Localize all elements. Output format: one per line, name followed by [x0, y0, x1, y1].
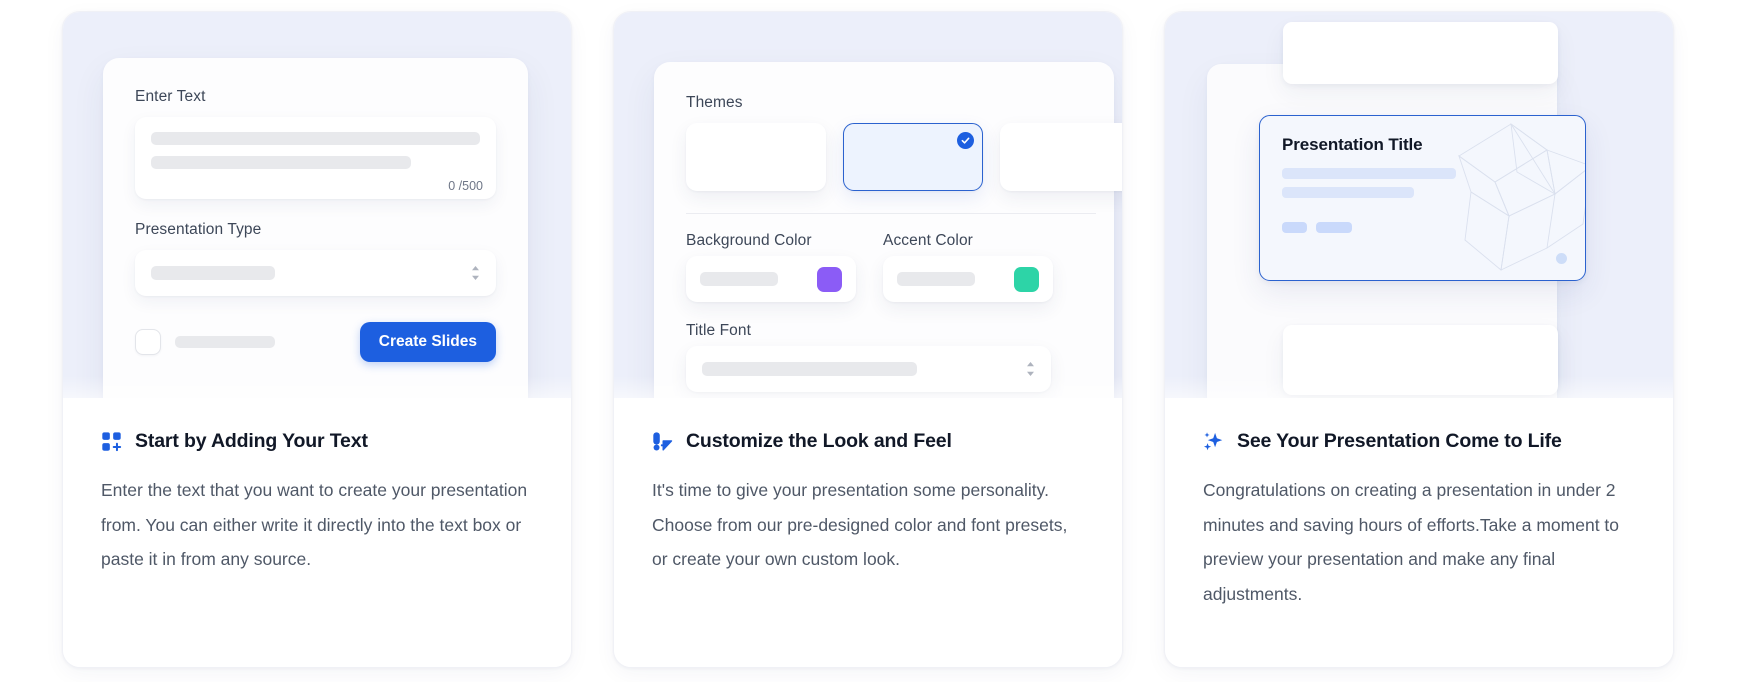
grid-plus-icon	[102, 432, 122, 452]
create-slides-button[interactable]: Create Slides	[359, 322, 496, 362]
active-slide-preview[interactable]: Presentation Title	[1259, 115, 1586, 281]
theme-option[interactable]	[1000, 123, 1122, 191]
customize-panel: Themes Background Color Accent Color Tit…	[654, 62, 1122, 398]
skeleton-value	[700, 272, 778, 286]
skeleton-value	[702, 362, 917, 376]
illustration-add-text: Enter Text 0 /500 Presentation Type Crea…	[63, 12, 571, 398]
form-footer-row: Create Slides	[135, 322, 496, 362]
illustration-preview: Presentation Title	[1165, 12, 1673, 398]
slide-thumbnail[interactable]	[1283, 325, 1558, 395]
skeleton-value	[897, 272, 975, 286]
card-description: Congratulations on creating a presentati…	[1203, 480, 1620, 604]
background-color-swatch[interactable]	[817, 266, 842, 292]
card-body-preview: See Your Presentation Come to Life Congr…	[1165, 398, 1673, 667]
text-area-input[interactable]: 0 /500	[135, 117, 496, 199]
card-description: It's time to give your presentation some…	[652, 480, 1068, 569]
slide-accent-dot	[1556, 253, 1567, 264]
sparkles-icon	[1203, 432, 1223, 451]
chevron-up-down-icon	[1027, 362, 1034, 376]
slide-body-line	[1282, 168, 1457, 179]
skeleton-line	[151, 132, 480, 145]
theme-option-selected[interactable]	[843, 123, 983, 191]
slide-title: Presentation Title	[1282, 135, 1423, 154]
card-heading-row: Customize the Look and Feel	[652, 430, 1084, 453]
accent-color-label: Accent Color	[883, 232, 973, 249]
card-body-customize: Customize the Look and Feel It's time to…	[614, 398, 1122, 667]
section-divider	[686, 213, 1096, 214]
check-badge-icon	[957, 132, 974, 149]
theme-option[interactable]	[686, 123, 826, 191]
option-checkbox[interactable]	[135, 329, 161, 355]
background-color-picker[interactable]	[686, 256, 856, 302]
themes-label: Themes	[686, 94, 743, 111]
presentation-type-select[interactable]	[135, 250, 496, 296]
themes-row	[686, 123, 1122, 191]
illustration-customize: Themes Background Color Accent Color Tit…	[614, 12, 1122, 398]
color-settings-row: Background Color Accent Color	[686, 232, 1114, 302]
text-input-panel: Enter Text 0 /500 Presentation Type Crea…	[103, 58, 528, 398]
title-font-label: Title Font	[686, 322, 752, 339]
slide-thumbnail[interactable]	[1283, 22, 1558, 84]
presentation-type-label: Presentation Type	[135, 221, 262, 238]
skeleton-value	[151, 266, 275, 280]
char-counter: 0 /500	[448, 179, 483, 193]
card-heading-row: Start by Adding Your Text	[101, 430, 533, 453]
slide-pill	[1282, 222, 1307, 233]
feature-card-customize: Themes Background Color Accent Color Tit…	[613, 11, 1123, 668]
card-heading-row: See Your Presentation Come to Life	[1203, 430, 1635, 453]
background-color-label: Background Color	[686, 232, 812, 249]
card-body-add-text: Start by Adding Your Text Enter the text…	[63, 398, 571, 667]
enter-text-label: Enter Text	[135, 88, 206, 105]
chevron-up-down-icon	[472, 266, 479, 280]
card-description: Enter the text that you want to create y…	[101, 480, 528, 569]
skeleton-label	[175, 336, 275, 348]
title-font-group: Title Font	[686, 322, 1114, 392]
accent-color-group: Accent Color	[883, 232, 1053, 302]
slide-body-line	[1282, 187, 1415, 198]
accent-color-swatch[interactable]	[1014, 266, 1039, 292]
feature-card-add-text: Enter Text 0 /500 Presentation Type Crea…	[62, 11, 572, 668]
feature-card-preview: Presentation Title See Your Presentation…	[1164, 11, 1674, 668]
paint-brush-icon	[653, 432, 673, 451]
feature-cards-row: Enter Text 0 /500 Presentation Type Crea…	[0, 0, 1749, 682]
accent-color-picker[interactable]	[883, 256, 1053, 302]
title-font-select[interactable]	[686, 346, 1051, 392]
slide-pill-row	[1282, 222, 1563, 233]
card-title: See Your Presentation Come to Life	[1237, 430, 1562, 452]
slide-pill	[1316, 222, 1352, 233]
background-color-group: Background Color	[686, 232, 856, 302]
card-title: Start by Adding Your Text	[135, 430, 368, 452]
card-title: Customize the Look and Feel	[686, 430, 952, 452]
skeleton-line	[151, 156, 411, 169]
